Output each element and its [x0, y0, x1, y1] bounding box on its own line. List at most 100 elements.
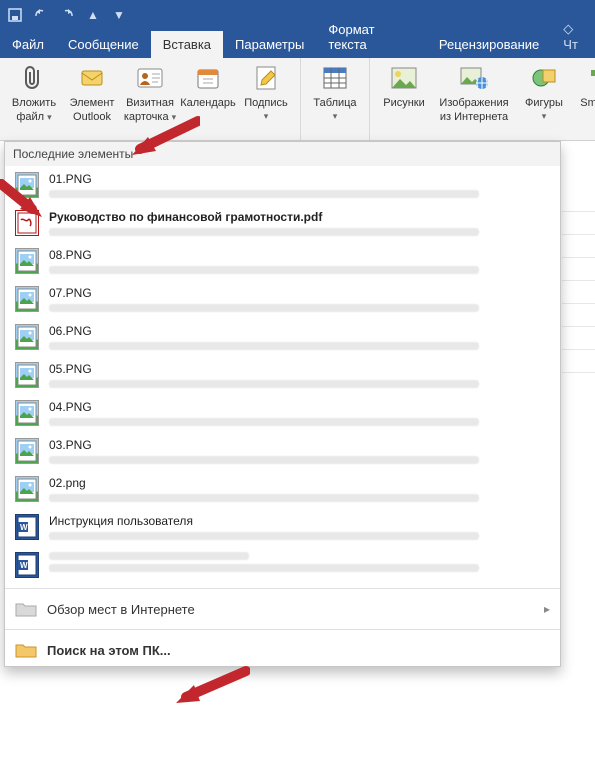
tab-review[interactable]: Рецензирование [427, 31, 551, 58]
recent-item[interactable]: 05.PNG [5, 356, 560, 394]
img-file-icon [15, 438, 39, 464]
browse-pc-item[interactable]: Поиск на этом ПК... [5, 634, 560, 666]
chevron-down-icon: ▾ [172, 112, 177, 122]
file-name: 02.png [49, 476, 479, 490]
attach-file-button[interactable]: Вложить файл ▾ [6, 62, 62, 123]
ribbon-group-include: Вложить файл ▾ Элемент Outlook Визитная … [0, 58, 301, 140]
label: SmartArt [580, 97, 595, 110]
tab-more[interactable]: ◇ Чт [551, 15, 595, 58]
tab-message[interactable]: Сообщение [56, 31, 151, 58]
file-name: 07.PNG [49, 286, 479, 300]
img-file-icon [15, 286, 39, 312]
redo-icon[interactable] [58, 6, 76, 24]
folder-icon [15, 642, 37, 658]
label: Изображения [439, 97, 508, 110]
attach-dropdown: Последние элементы 01.PNG Руководство по … [4, 141, 561, 667]
chevron-down-icon: ▾ [542, 111, 547, 121]
file-path [49, 342, 479, 350]
file-name: 06.PNG [49, 324, 479, 338]
signature-icon [250, 62, 282, 94]
undo-icon[interactable] [32, 6, 50, 24]
shapes-icon [528, 62, 560, 94]
label: Элемент [70, 97, 115, 110]
img-file-icon [15, 362, 39, 388]
label: файл [16, 111, 44, 123]
recent-item[interactable]: 07.PNG [5, 280, 560, 318]
up-icon[interactable]: ▲ [84, 6, 102, 24]
calendar-button[interactable]: Календарь [180, 62, 236, 110]
tab-more-label: Чт [563, 37, 578, 52]
down-icon[interactable]: ▼ [110, 6, 128, 24]
file-path [49, 380, 479, 388]
img-file-icon [15, 324, 39, 350]
file-path [49, 266, 479, 274]
ribbon: Вложить файл ▾ Элемент Outlook Визитная … [0, 58, 595, 141]
doc-file-icon: W [15, 552, 39, 578]
ribbon-tabs: Файл Сообщение Вставка Параметры Формат … [0, 30, 595, 58]
svg-text:W: W [20, 523, 28, 532]
chevron-down-icon: ▾ [264, 111, 269, 121]
message-body-lines [562, 141, 595, 373]
smartart-icon [586, 62, 595, 94]
recent-item[interactable]: 02.png [5, 470, 560, 508]
recent-item[interactable]: 06.PNG [5, 318, 560, 356]
ribbon-group-illustrations: Рисунки Изображения из Интернета Фигуры … [370, 58, 595, 140]
img-file-icon [15, 172, 39, 198]
signature-button[interactable]: Подпись ▾ [238, 62, 294, 121]
smartart-button[interactable]: SmartArt [574, 62, 595, 110]
table-icon [319, 62, 351, 94]
tab-insert[interactable]: Вставка [151, 31, 223, 58]
online-picture-icon [458, 62, 490, 94]
chevron-down-icon: ▾ [47, 112, 52, 122]
label: из Интернета [440, 111, 508, 124]
file-path [49, 456, 479, 464]
outlook-item-button[interactable]: Элемент Outlook [64, 62, 120, 123]
calendar-icon [192, 62, 224, 94]
file-name: Руководство по финансовой грамотности.pd… [49, 210, 479, 224]
paperclip-icon [18, 62, 50, 94]
outlook-item-icon [76, 62, 108, 94]
chevron-down-icon: ▾ [333, 111, 338, 121]
doc-file-icon: W [15, 514, 39, 540]
file-path [49, 494, 479, 502]
online-pictures-button[interactable]: Изображения из Интернета [434, 62, 514, 123]
annotation-arrow [172, 665, 250, 709]
recent-item[interactable]: Руководство по финансовой грамотности.pd… [5, 204, 560, 242]
recent-item[interactable]: 08.PNG [5, 242, 560, 280]
recent-item[interactable]: W [5, 546, 560, 584]
file-path [49, 532, 479, 540]
file-path [49, 564, 479, 572]
tab-options[interactable]: Параметры [223, 31, 316, 58]
shapes-button[interactable]: Фигуры ▾ [516, 62, 572, 121]
recent-item[interactable]: 01.PNG [5, 166, 560, 204]
card-icon [134, 62, 166, 94]
dropdown-header: Последние элементы [5, 142, 560, 166]
table-button[interactable]: Таблица ▾ [307, 62, 363, 121]
tab-file[interactable]: Файл [0, 31, 56, 58]
label: Таблица [313, 97, 356, 110]
title-bar: ▲ ▼ [0, 0, 595, 30]
picture-icon [388, 62, 420, 94]
business-card-button[interactable]: Визитная карточка ▾ [122, 62, 178, 123]
pictures-button[interactable]: Рисунки [376, 62, 432, 110]
file-name: 04.PNG [49, 400, 479, 414]
file-path [49, 228, 479, 236]
file-path [49, 190, 479, 198]
file-path [49, 418, 479, 426]
chevron-right-icon: ▸ [544, 602, 550, 616]
label: Подпись [244, 97, 288, 110]
recent-item[interactable]: 04.PNG [5, 394, 560, 432]
tab-format[interactable]: Формат текста [316, 16, 427, 58]
svg-text:W: W [20, 561, 28, 570]
file-name: Инструкция пользователя [49, 514, 479, 528]
recent-item[interactable]: 03.PNG [5, 432, 560, 470]
browse-web-item[interactable]: Обзор мест в Интернете ▸ [5, 593, 560, 625]
web-folder-icon [15, 601, 37, 617]
img-file-icon [15, 400, 39, 426]
label: карточка [124, 111, 169, 123]
recent-item[interactable]: W Инструкция пользователя [5, 508, 560, 546]
save-icon[interactable] [6, 6, 24, 24]
label: Рисунки [383, 97, 425, 110]
file-name: 05.PNG [49, 362, 479, 376]
file-path [49, 304, 479, 312]
